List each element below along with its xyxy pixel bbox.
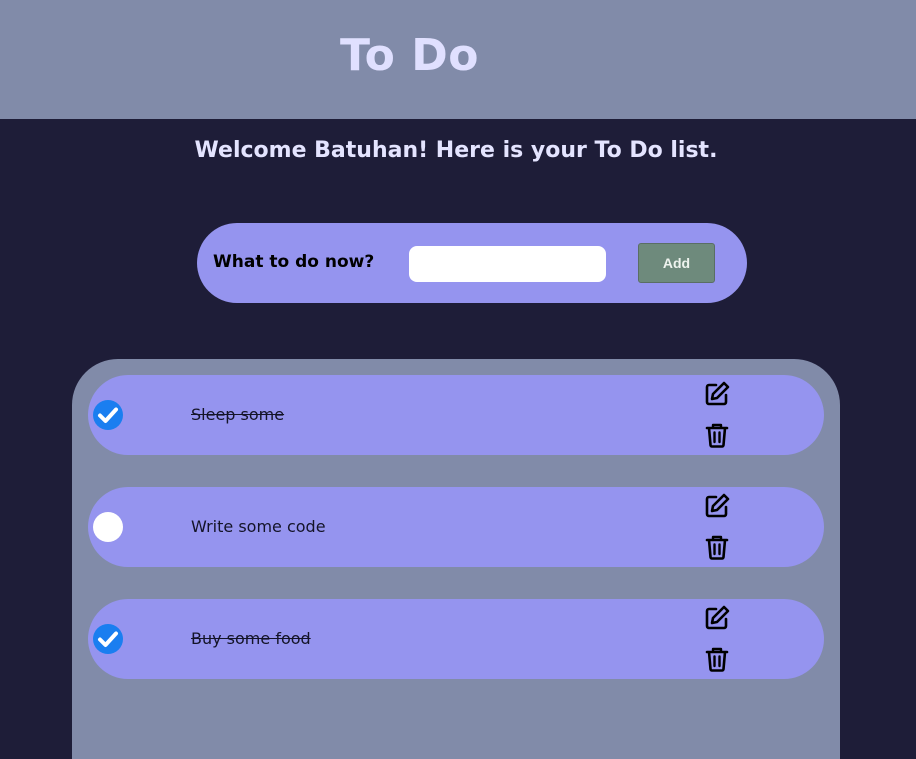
todo-item: Buy some food <box>88 599 824 679</box>
edit-icon <box>705 605 730 630</box>
add-button[interactable]: Add <box>638 243 715 283</box>
delete-button[interactable] <box>703 421 731 449</box>
todo-input[interactable] <box>409 246 606 282</box>
edit-button[interactable] <box>703 380 731 408</box>
complete-toggle[interactable] <box>93 400 123 430</box>
app-title: To Do <box>340 30 479 81</box>
check-icon <box>98 631 118 647</box>
add-todo-form: What to do now? Add <box>197 223 747 303</box>
todo-list: Sleep some Write some code Buy some food <box>72 359 840 759</box>
edit-button[interactable] <box>703 492 731 520</box>
complete-toggle[interactable] <box>93 624 123 654</box>
edit-icon <box>705 381 730 406</box>
todo-text: Write some code <box>191 517 326 536</box>
add-todo-label: What to do now? <box>213 252 375 272</box>
complete-toggle[interactable] <box>93 512 123 542</box>
check-icon <box>98 407 118 423</box>
todo-item: Sleep some <box>88 375 824 455</box>
edit-button[interactable] <box>703 604 731 632</box>
welcome-message: Welcome Batuhan! Here is your To Do list… <box>194 138 718 163</box>
trash-icon <box>705 423 729 448</box>
todo-item: Write some code <box>88 487 824 567</box>
edit-icon <box>705 493 730 518</box>
delete-button[interactable] <box>703 645 731 673</box>
todo-text: Buy some food <box>191 629 311 648</box>
todo-text: Sleep some <box>191 405 285 424</box>
trash-icon <box>705 647 729 672</box>
trash-icon <box>705 535 729 560</box>
app-header: To Do <box>0 0 916 119</box>
delete-button[interactable] <box>703 533 731 561</box>
